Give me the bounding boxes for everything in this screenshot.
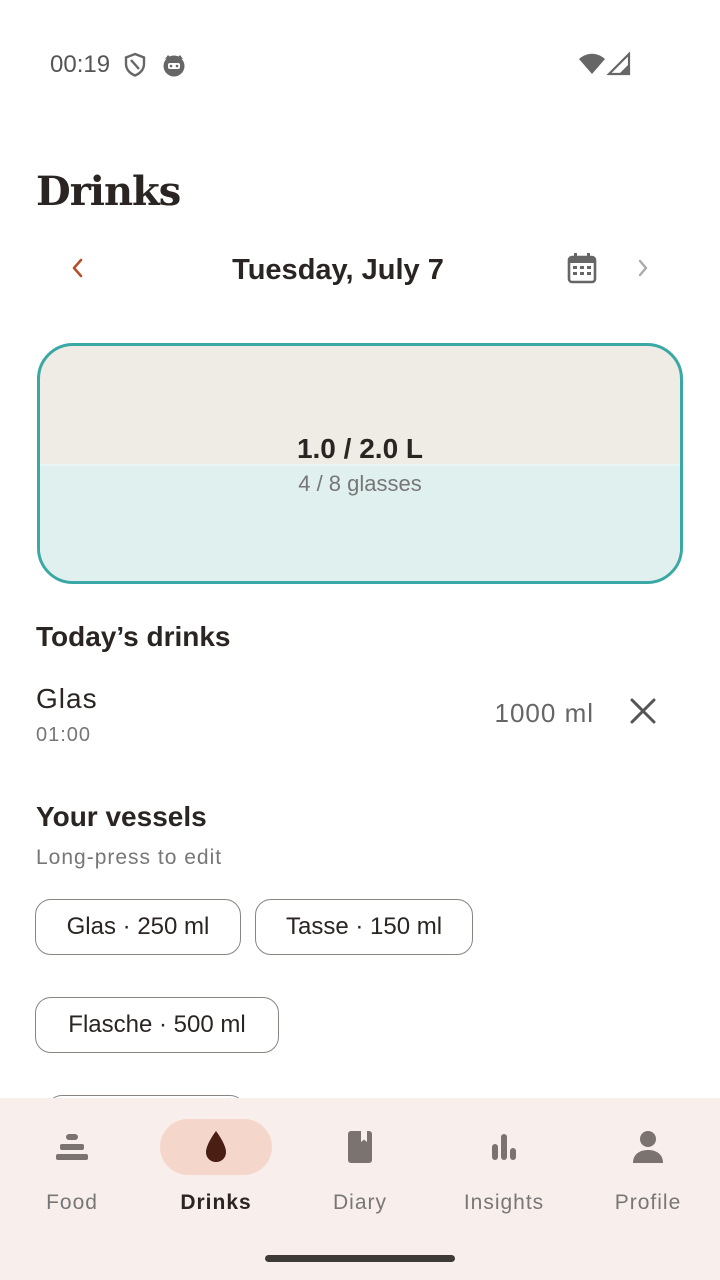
vessels-heading: Your vessels	[36, 801, 207, 832]
vessel-chip-flasche[interactable]: Flasche · 500 ml	[35, 997, 279, 1053]
nav-label-insights: Insights	[463, 1191, 545, 1214]
food-icon	[54, 1129, 90, 1165]
shield-icon	[122, 52, 148, 78]
nav-label-drinks: Drinks	[180, 1191, 252, 1214]
bar-chart-icon	[486, 1129, 522, 1165]
cat-face-icon	[161, 52, 187, 78]
drink-amount: 1000 ml	[494, 698, 594, 728]
nav-item-insights[interactable]: Insights	[432, 1098, 576, 1238]
nav-item-food[interactable]: Food	[0, 1098, 144, 1238]
water-glasses-count: 4 / 8 glasses	[298, 471, 422, 496]
chevron-left-icon	[69, 257, 87, 284]
close-icon	[629, 697, 657, 730]
bottom-nav: Food Drinks Diary Insights Profile	[0, 1098, 720, 1280]
nav-item-diary[interactable]: Diary	[288, 1098, 432, 1238]
signal-icon	[606, 51, 632, 78]
chevron-right-icon	[635, 257, 651, 284]
calendar-icon	[566, 253, 598, 289]
home-indicator[interactable]	[265, 1255, 455, 1262]
previous-day-button[interactable]	[60, 250, 96, 290]
nav-item-drinks[interactable]: Drinks	[144, 1098, 288, 1238]
wifi-icon	[578, 52, 605, 78]
page-title: Drinks	[36, 168, 181, 215]
water-progress-card[interactable]: 1.0 / 2.0 L 4 / 8 glasses	[37, 343, 683, 584]
status-time: 00:19	[50, 51, 111, 78]
todays-drinks-heading: Today’s drinks	[36, 621, 231, 652]
person-icon	[630, 1129, 666, 1165]
vessel-chip-tasse[interactable]: Tasse · 150 ml	[255, 899, 473, 955]
drink-time: 01:00	[36, 724, 92, 746]
drop-icon	[198, 1129, 234, 1165]
nav-label-profile: Profile	[614, 1191, 682, 1214]
nav-item-profile[interactable]: Profile	[576, 1098, 720, 1238]
vessel-chip-glas[interactable]: Glas · 250 ml	[35, 899, 241, 955]
nav-label-diary: Diary	[332, 1191, 387, 1214]
diary-icon	[342, 1129, 378, 1165]
remove-drink-button[interactable]	[622, 692, 664, 734]
vessels-hint: Long-press to edit	[36, 846, 223, 869]
calendar-button[interactable]	[566, 251, 600, 287]
selected-date[interactable]: Tuesday, July 7	[160, 252, 516, 288]
drink-name: Glas	[36, 683, 98, 714]
water-amount: 1.0 / 2.0 L	[296, 433, 424, 464]
next-day-button[interactable]	[628, 252, 658, 288]
nav-label-food: Food	[46, 1191, 98, 1214]
